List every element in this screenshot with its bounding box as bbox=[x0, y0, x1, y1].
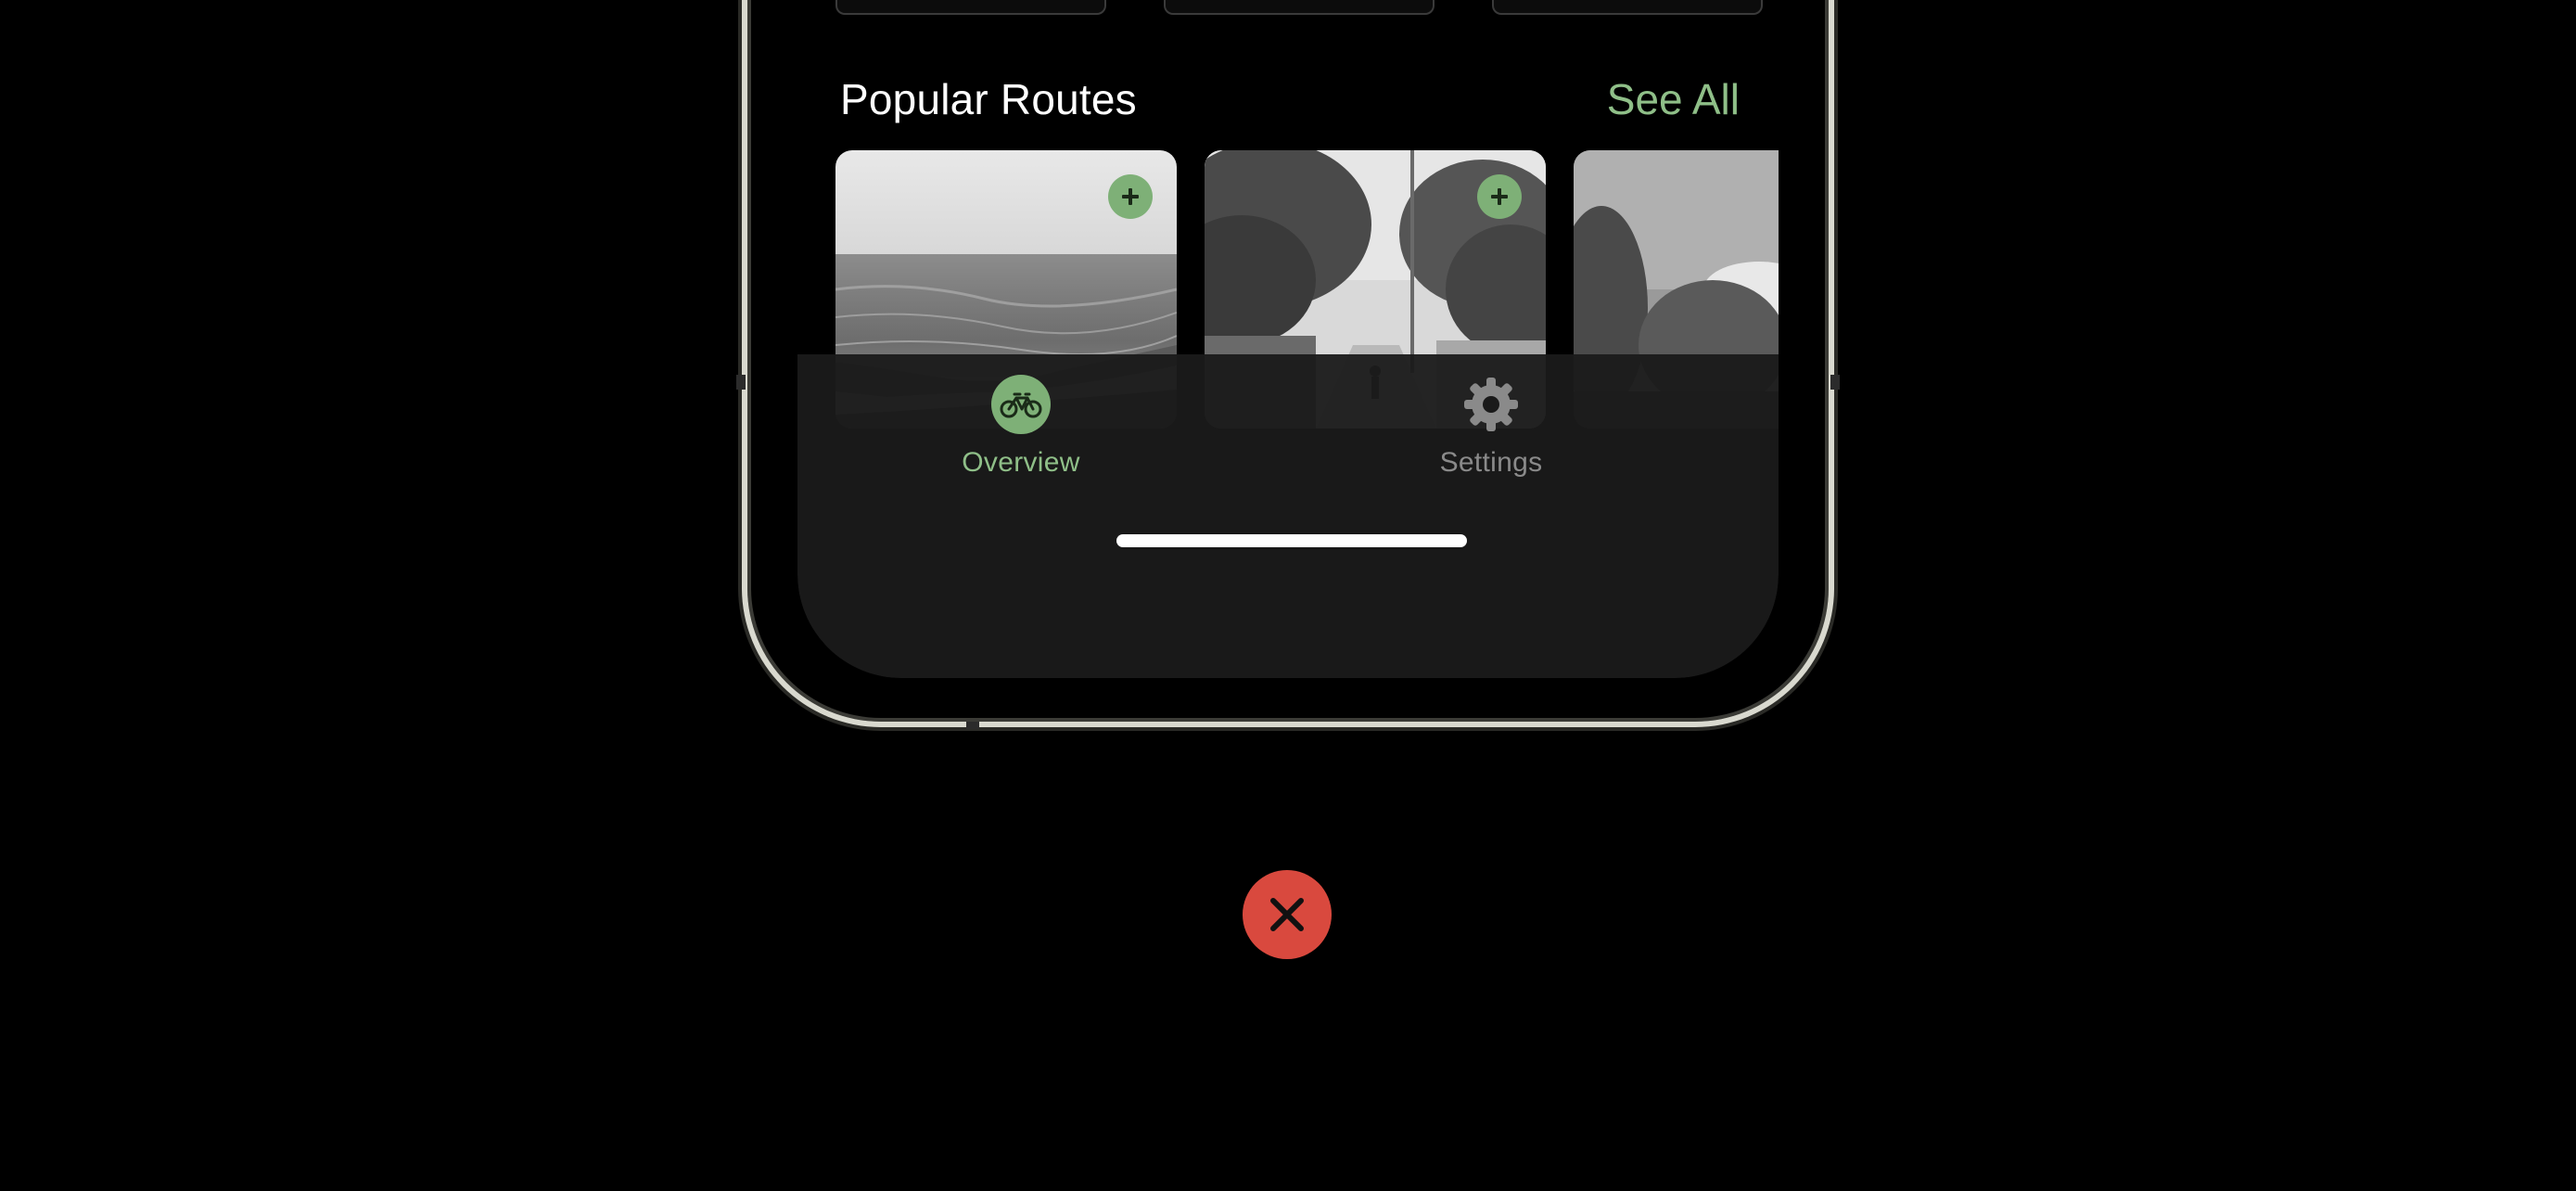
phone-antenna-band bbox=[966, 722, 979, 729]
phone-side-button bbox=[1830, 375, 1840, 390]
tab-settings[interactable]: Settings bbox=[1389, 375, 1593, 486]
see-all-link[interactable]: See All bbox=[1607, 74, 1740, 124]
summary-card[interactable] bbox=[835, 0, 1106, 15]
close-icon bbox=[1270, 898, 1304, 931]
section-title: Popular Routes bbox=[840, 75, 1137, 123]
add-route-button[interactable] bbox=[1108, 174, 1153, 219]
plus-icon bbox=[1122, 188, 1139, 205]
close-button[interactable] bbox=[1243, 870, 1332, 959]
tab-bar: Overview Settings bbox=[797, 354, 1779, 678]
bicycle-icon bbox=[1000, 392, 1042, 418]
gear-icon bbox=[1464, 378, 1518, 431]
home-indicator[interactable] bbox=[1116, 534, 1467, 547]
add-route-button[interactable] bbox=[1477, 174, 1522, 219]
phone-device: Popular Routes See All Overview Settings bbox=[736, 0, 1840, 729]
app-screen: Popular Routes See All Overview Settings bbox=[797, 0, 1779, 678]
phone-side-button bbox=[736, 375, 746, 390]
tab-overview[interactable]: Overview bbox=[919, 375, 1123, 486]
tab-overview-icon-wrapper bbox=[991, 375, 1051, 434]
tab-settings-label: Settings bbox=[1439, 447, 1543, 478]
plus-icon bbox=[1491, 188, 1508, 205]
tab-settings-icon-wrapper bbox=[1461, 375, 1521, 434]
summary-card[interactable] bbox=[1492, 0, 1763, 15]
tab-overview-label: Overview bbox=[962, 447, 1080, 478]
summary-card[interactable] bbox=[1164, 0, 1435, 15]
